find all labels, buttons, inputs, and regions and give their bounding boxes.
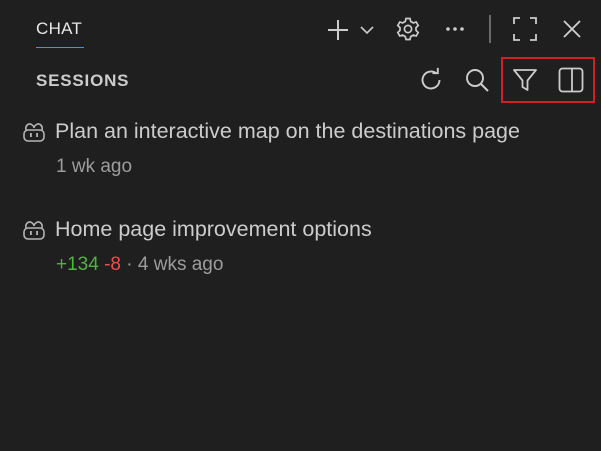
session-title: Plan an interactive map on the destinati… (55, 119, 520, 143)
ellipsis-icon (446, 27, 464, 31)
close-button[interactable] (558, 15, 586, 43)
sessions-title: SESSIONS (36, 71, 130, 90)
session-time: 1 wk ago (56, 156, 133, 177)
more-actions-button[interactable] (441, 15, 469, 43)
session-item[interactable]: Plan an interactive map on the destinati… (0, 119, 601, 199)
new-chat-button[interactable] (324, 16, 352, 44)
copilot-icon (23, 123, 45, 142)
session-meta: +134 -8 · 4 wks ago (56, 254, 223, 276)
filter-button[interactable] (511, 66, 539, 94)
maximize-button[interactable] (511, 15, 539, 43)
session-title: Home page improvement options (55, 217, 372, 241)
chat-titlebar: CHAT (0, 0, 601, 58)
refresh-button[interactable] (417, 66, 445, 94)
session-time: 4 wks ago (137, 254, 224, 275)
settings-button[interactable] (394, 15, 422, 43)
search-icon (466, 69, 489, 92)
tab-chat[interactable]: CHAT (36, 19, 85, 48)
maximize-icon (513, 17, 537, 41)
split-panel-icon (558, 67, 584, 93)
toggle-side-panel-button[interactable] (557, 66, 585, 94)
chevron-down-icon (360, 26, 374, 35)
lines-removed: -8 (104, 254, 121, 275)
chat-panel: CHAT SESSIONS Plan an interactive map on… (0, 0, 601, 451)
gear-icon (396, 17, 420, 41)
new-chat-dropdown-button[interactable] (357, 20, 377, 40)
toolbar-divider (489, 15, 491, 43)
search-button[interactable] (463, 66, 491, 94)
plus-icon (328, 20, 348, 40)
refresh-icon (421, 67, 441, 90)
session-meta: 1 wk ago (56, 156, 132, 178)
lines-added: +134 (56, 254, 99, 275)
meta-separator: · (126, 254, 133, 275)
close-icon (563, 20, 581, 38)
session-item[interactable]: Home page improvement options +134 -8 · … (0, 217, 601, 297)
filter-icon (513, 69, 537, 91)
copilot-icon (23, 221, 45, 240)
